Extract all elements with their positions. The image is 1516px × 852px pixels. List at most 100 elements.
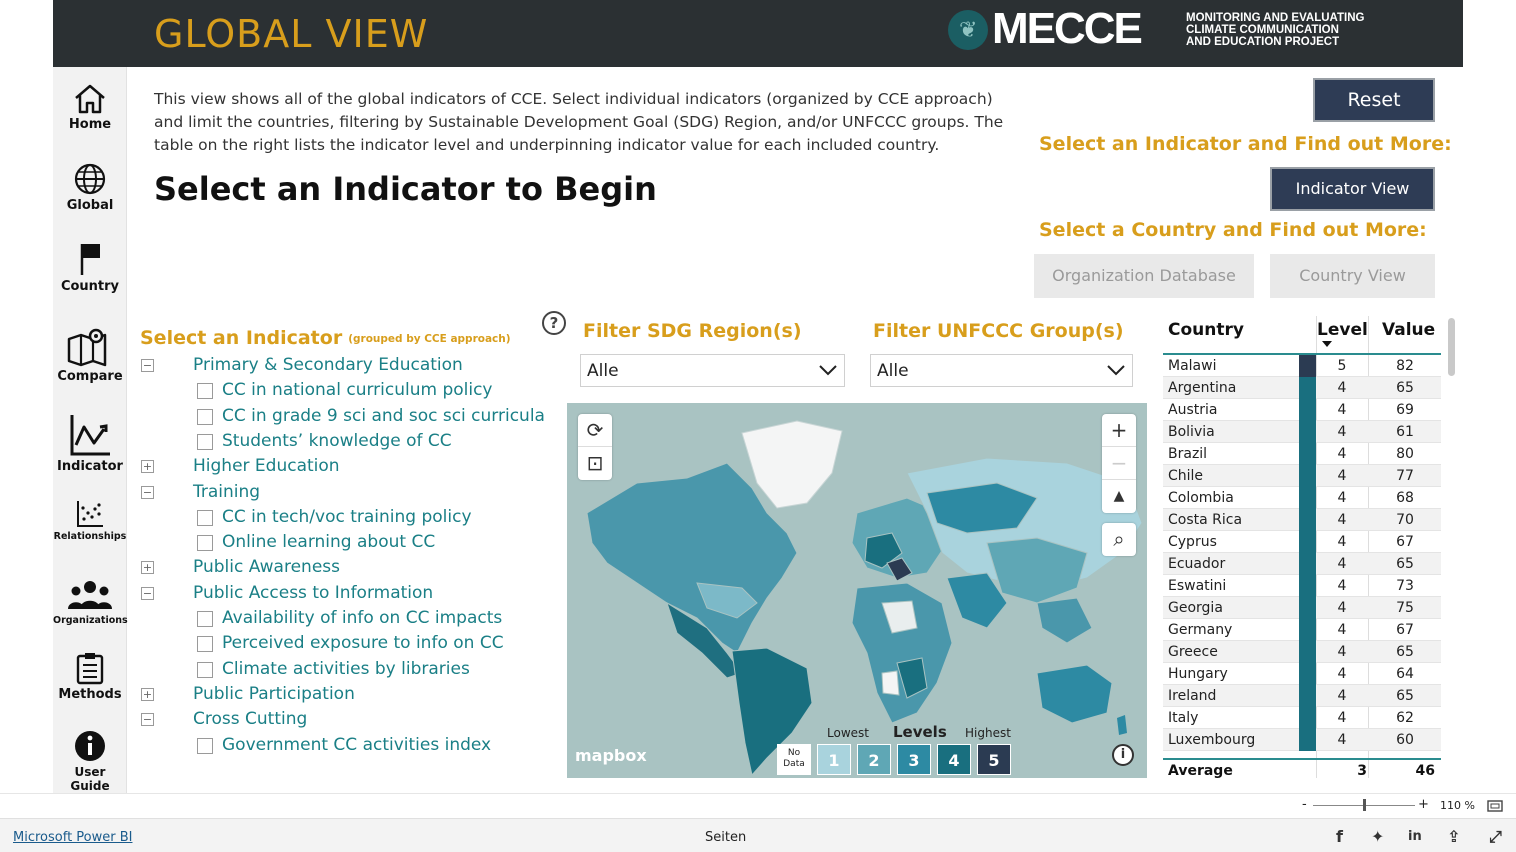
trend-chart-icon xyxy=(70,415,110,456)
table-row[interactable]: Ecuador 4 65 xyxy=(1163,553,1441,575)
column-header-value[interactable]: Value xyxy=(1382,320,1435,340)
expand-icon[interactable]: + xyxy=(141,688,154,701)
table-row[interactable]: Luxembourg 4 60 xyxy=(1163,729,1441,751)
reset-button[interactable]: Reset xyxy=(1313,78,1435,122)
level-color-bar xyxy=(1299,399,1316,421)
rect-select-icon[interactable]: ⊡ xyxy=(578,447,612,480)
table-row[interactable]: Argentina 4 65 xyxy=(1163,377,1441,399)
indicator-checkbox[interactable] xyxy=(197,738,213,754)
clipboard-icon xyxy=(76,653,104,685)
pages-button[interactable]: Seiten xyxy=(705,830,746,845)
collapse-icon[interactable]: − xyxy=(141,713,154,726)
indicator-checkbox[interactable] xyxy=(197,409,213,425)
table-row[interactable]: Colombia 4 68 xyxy=(1163,487,1441,509)
country-view-button[interactable]: Country View xyxy=(1270,254,1435,298)
zoom-search-icon[interactable]: ⌕ xyxy=(1102,523,1136,556)
table-row[interactable]: Italy 4 62 xyxy=(1163,707,1441,729)
indicator-checkbox[interactable] xyxy=(197,510,213,526)
collapse-icon[interactable]: − xyxy=(141,359,154,372)
column-header-country[interactable]: Country xyxy=(1168,320,1244,340)
table-row[interactable]: Hungary 4 64 xyxy=(1163,663,1441,685)
cell-level: 4 xyxy=(1337,644,1347,660)
nav-user-guide[interactable]: User Guide xyxy=(53,729,127,793)
map-info-icon[interactable]: i xyxy=(1112,744,1134,766)
indicator-checkbox[interactable] xyxy=(197,383,213,399)
mecce-logo: ❦ MECCE MONITORING AND EVALUATING CLIMAT… xyxy=(948,4,1418,58)
table-row[interactable]: Austria 4 69 xyxy=(1163,399,1441,421)
table-row[interactable]: Brazil 4 80 xyxy=(1163,443,1441,465)
map-search: ⌕ xyxy=(1102,523,1136,556)
lasso-select-icon[interactable]: ⟳ xyxy=(578,414,612,447)
unfccc-filter-label: Filter UNFCCC Group(s) xyxy=(873,320,1124,342)
zoom-minus-button[interactable]: - xyxy=(1302,797,1307,812)
nav-compare[interactable]: Compare xyxy=(53,327,127,384)
cell-country: Brazil xyxy=(1168,446,1208,462)
world-map[interactable]: ⟳ ⊡ + − ▲ ⌕ mapbox No Data Lowest Levels… xyxy=(567,403,1147,778)
zoom-out-button[interactable]: − xyxy=(1102,447,1136,480)
nav-home[interactable]: Home xyxy=(53,83,127,132)
collapse-icon[interactable]: − xyxy=(141,486,154,499)
world-map-canvas xyxy=(586,420,1143,777)
level-color-bar xyxy=(1299,487,1316,509)
compass-button[interactable]: ▲ xyxy=(1102,480,1136,513)
legend-level-1: 1 xyxy=(817,744,851,775)
nav-organizations[interactable]: Organizations xyxy=(53,579,128,626)
cell-value: 82 xyxy=(1396,358,1414,374)
powerbi-link[interactable]: Microsoft Power BI xyxy=(13,830,132,845)
table-row[interactable]: Germany 4 67 xyxy=(1163,619,1441,641)
cell-value: 75 xyxy=(1396,600,1414,616)
table-row[interactable]: Malawi 5 82 xyxy=(1163,355,1441,377)
indicator-checkbox[interactable] xyxy=(197,636,213,652)
collapse-icon[interactable]: − xyxy=(141,587,154,600)
linkedin-icon[interactable]: in xyxy=(1408,829,1422,844)
table-row[interactable]: Georgia 4 75 xyxy=(1163,597,1441,619)
table-row[interactable]: Costa Rica 4 70 xyxy=(1163,509,1441,531)
share-icon[interactable]: ⇪ xyxy=(1447,827,1460,846)
table-row[interactable]: Eswatini 4 73 xyxy=(1163,575,1441,597)
cell-country: Hungary xyxy=(1168,666,1228,682)
twitter-icon[interactable]: ✦ xyxy=(1371,827,1384,846)
indicator-checkbox[interactable] xyxy=(197,611,213,627)
indicator-view-button[interactable]: Indicator View xyxy=(1270,167,1435,211)
unfccc-group-dropdown[interactable]: Alle xyxy=(870,354,1133,387)
legend-level-3: 3 xyxy=(897,744,931,775)
legend-level-5: 5 xyxy=(977,744,1011,775)
indicator-checkbox[interactable] xyxy=(197,434,213,450)
indicator-checkbox[interactable] xyxy=(197,662,213,678)
expand-icon[interactable]: + xyxy=(141,460,154,473)
indicator-label: Availability of info on CC impacts xyxy=(222,608,503,628)
table-row[interactable]: Greece 4 65 xyxy=(1163,641,1441,663)
table-row[interactable]: Cyprus 4 67 xyxy=(1163,531,1441,553)
table-row[interactable]: Chile 4 77 xyxy=(1163,465,1441,487)
help-icon[interactable]: ? xyxy=(542,311,566,335)
indicator-label: Perceived exposure to info on CC xyxy=(222,633,504,653)
table-scrollbar[interactable] xyxy=(1448,318,1455,376)
zoom-in-button[interactable]: + xyxy=(1102,414,1136,447)
nav-country[interactable]: Country xyxy=(53,241,127,294)
level-color-bar xyxy=(1299,421,1316,443)
level-color-bar xyxy=(1299,509,1316,531)
nav-methods[interactable]: Methods xyxy=(53,651,127,702)
cell-level: 4 xyxy=(1337,556,1347,572)
level-color-bar xyxy=(1299,663,1316,685)
fullscreen-icon[interactable]: ⤢ xyxy=(1489,827,1502,847)
nav-indicator[interactable]: Indicator xyxy=(53,413,127,474)
zoom-plus-button[interactable]: + xyxy=(1418,797,1429,812)
indicator-checkbox[interactable] xyxy=(197,535,213,551)
cell-value: 73 xyxy=(1396,578,1414,594)
legend-title: Levels xyxy=(893,723,947,741)
expand-icon[interactable]: + xyxy=(141,561,154,574)
organization-database-button[interactable]: Organization Database xyxy=(1034,254,1254,298)
facebook-icon[interactable]: f xyxy=(1336,827,1343,846)
logo-subtitle: MONITORING AND EVALUATING CLIMATE COMMUN… xyxy=(1186,12,1365,48)
level-color-bar xyxy=(1299,685,1316,707)
zoom-slider-thumb[interactable] xyxy=(1363,799,1366,811)
table-row[interactable]: Ireland 4 65 xyxy=(1163,685,1441,707)
fit-to-page-icon[interactable] xyxy=(1487,800,1503,812)
nav-relationships[interactable]: Relationships xyxy=(53,499,127,542)
nav-global[interactable]: Global xyxy=(53,162,127,213)
sdg-region-dropdown[interactable]: Alle xyxy=(580,354,845,387)
people-group-icon xyxy=(68,581,112,609)
table-row[interactable]: Bolivia 4 61 xyxy=(1163,421,1441,443)
column-header-level[interactable]: Level xyxy=(1317,320,1368,340)
